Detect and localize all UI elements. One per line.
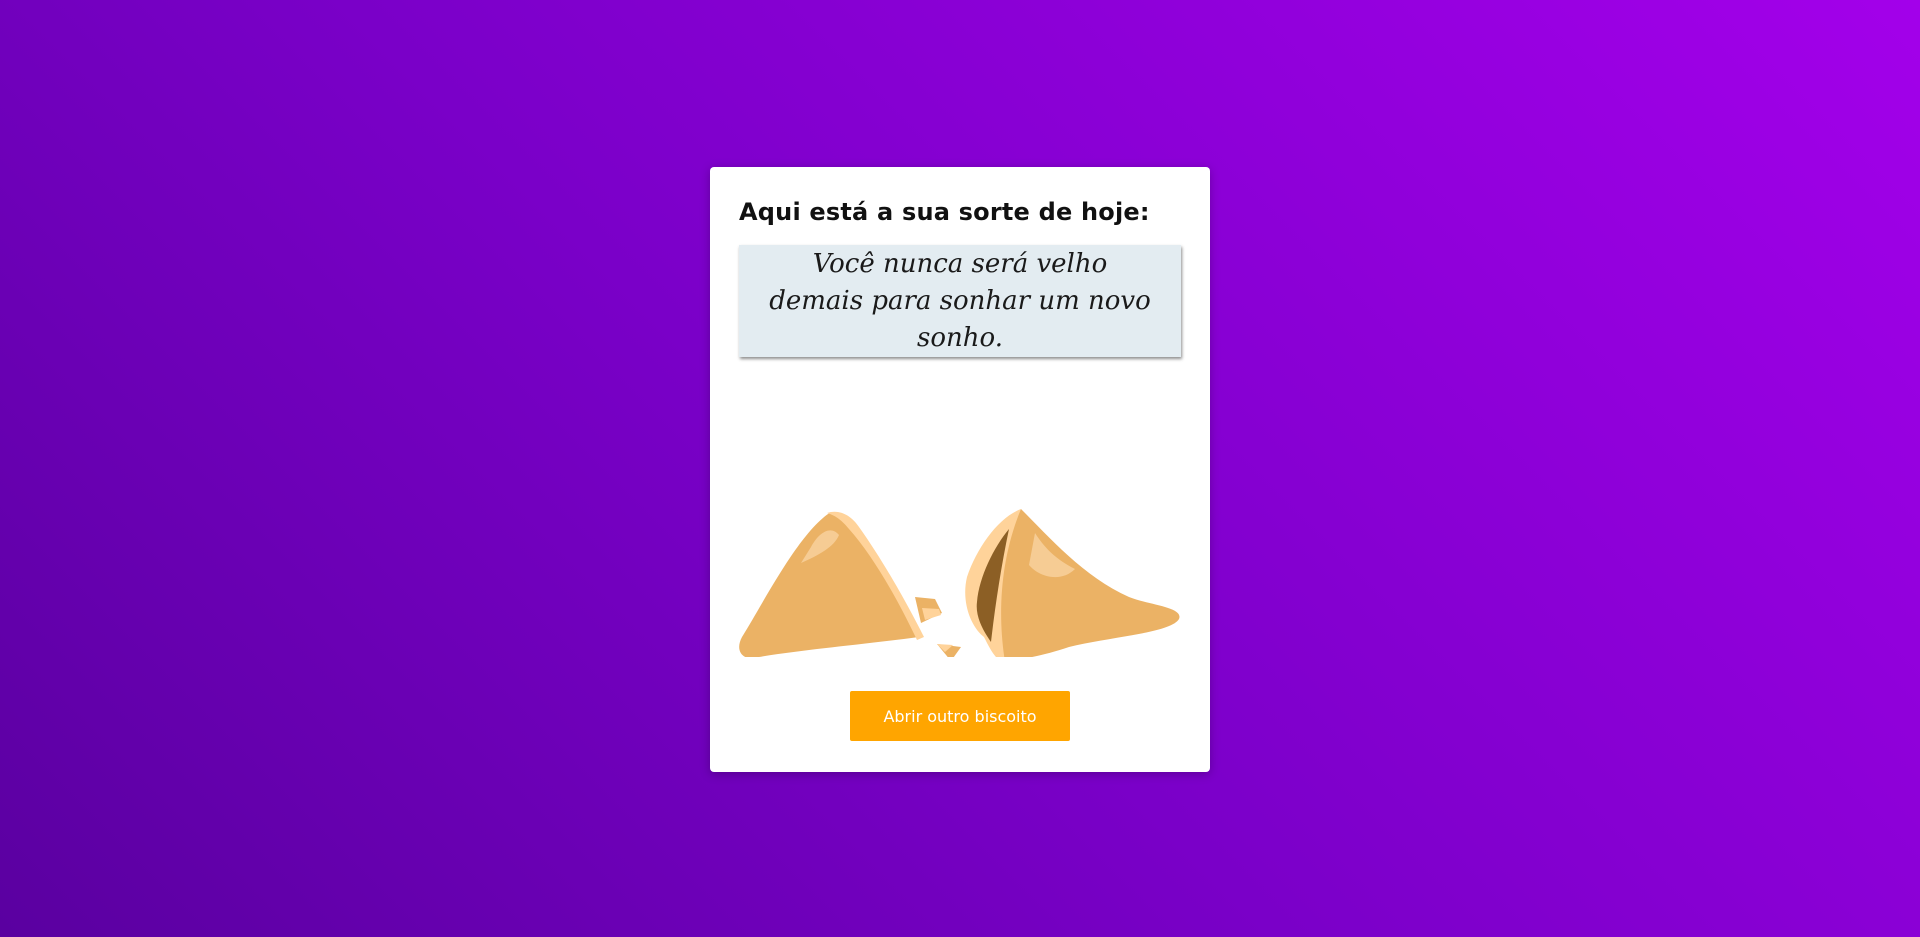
broken-cookie-illustration (739, 509, 1180, 657)
cookie-crumbs (915, 597, 961, 657)
fortune-message-box: Você nunca será velho demais para sonhar… (739, 245, 1181, 357)
cookie-right-half (965, 509, 1180, 657)
fortune-message: Você nunca será velho demais para sonhar… (769, 248, 1151, 353)
cookie-left-half (739, 511, 924, 657)
page-background: { "card": { "title": "Aqui está a sua so… (0, 0, 1920, 937)
broken-cookie-image (739, 437, 1181, 657)
open-another-cookie-button[interactable]: Abrir outro biscoito (850, 691, 1070, 741)
card-title: Aqui está a sua sorte de hoje: (739, 198, 1150, 226)
fortune-card: Aqui está a sua sorte de hoje: Você nunc… (710, 167, 1210, 772)
